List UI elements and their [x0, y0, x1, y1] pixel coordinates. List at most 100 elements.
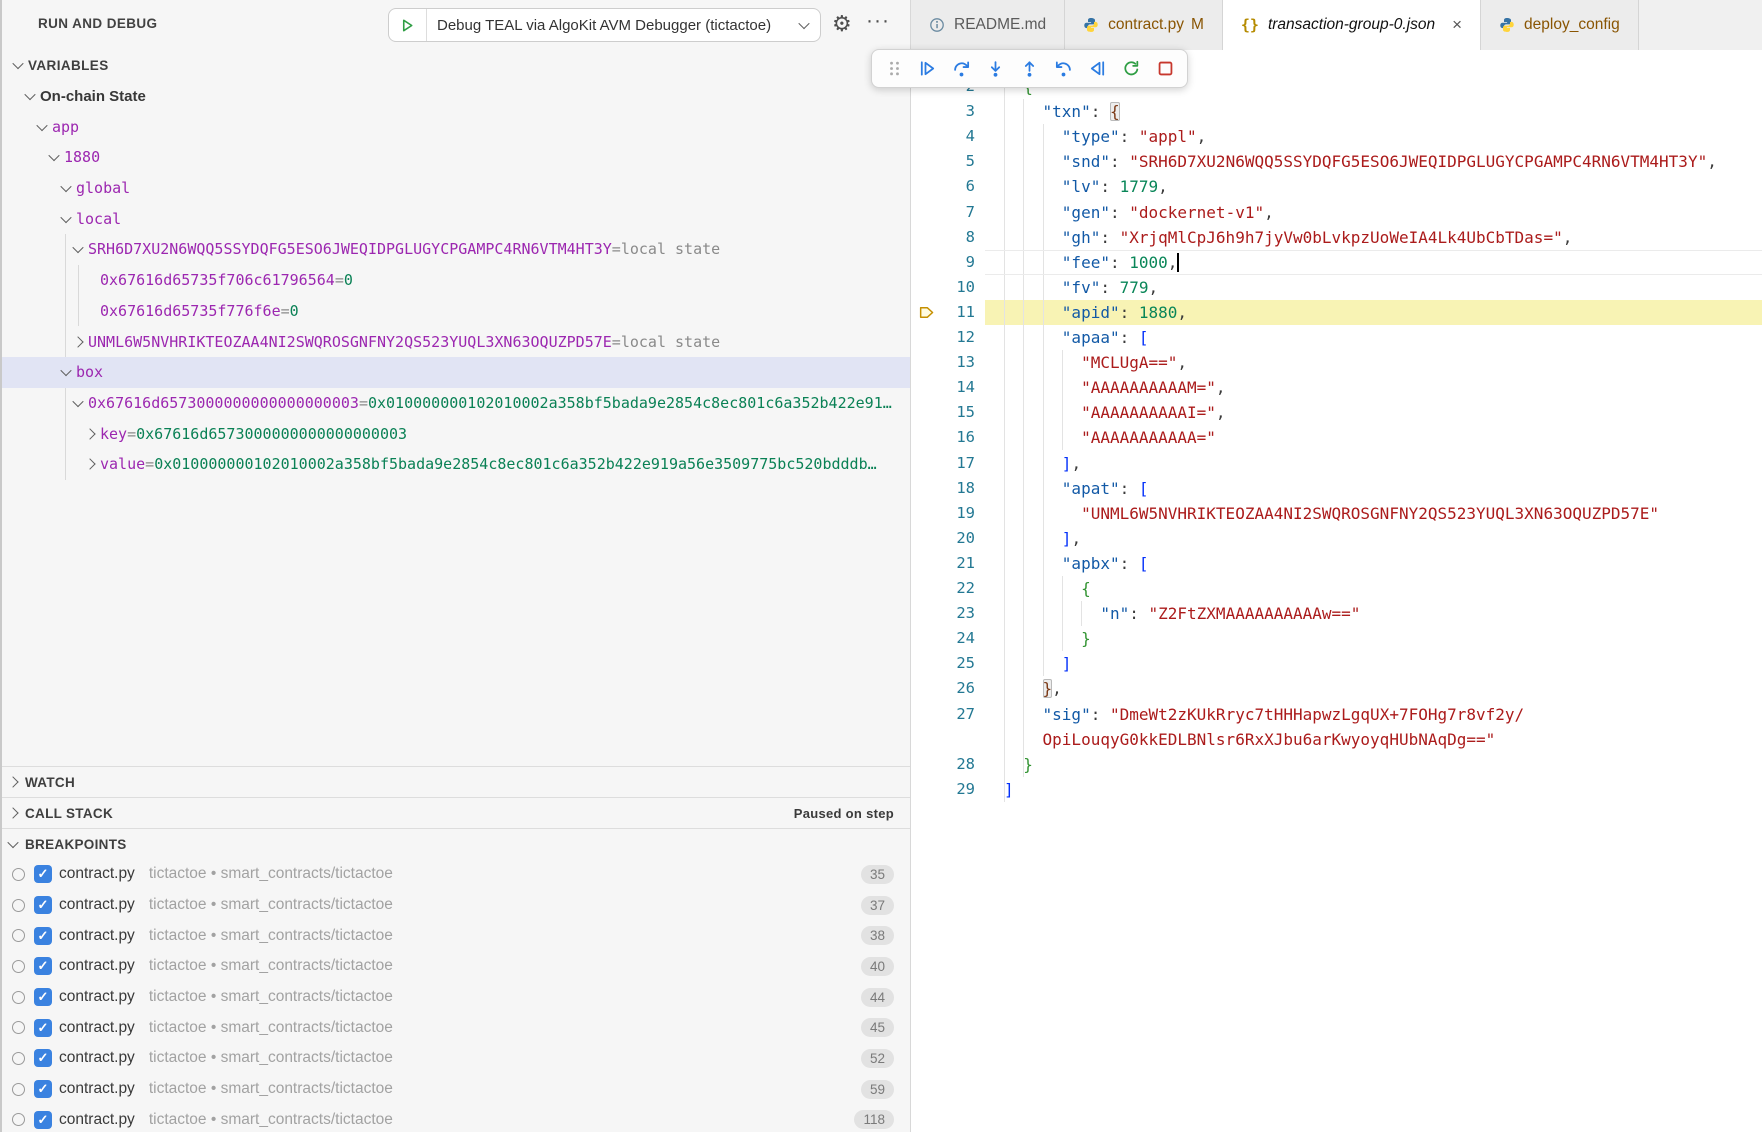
- code-line-21[interactable]: 21 "apbx": [: [911, 551, 1762, 576]
- var-local-account-1[interactable]: SRH6D7XU2N6WQQ5SSYDQFG5ESO6JWEQIDPGLUGYC…: [0, 234, 910, 265]
- step-into-button[interactable]: [985, 58, 1007, 80]
- line-number[interactable]: 5: [937, 149, 975, 174]
- line-number[interactable]: 26: [937, 676, 975, 701]
- scope-on-chain-state[interactable]: On-chain State: [0, 81, 910, 112]
- code-line-23[interactable]: 23 "n": "Z2FtZXMAAAAAAAAAAw==": [911, 601, 1762, 626]
- line-number[interactable]: 8: [937, 225, 975, 250]
- code-line-5[interactable]: 5 "snd": "SRH6D7XU2N6WQQ5SSYDQFG5ESO6JWE…: [911, 149, 1762, 174]
- code-line-26[interactable]: 26 },: [911, 676, 1762, 701]
- breakpoint-enabled-checkbox[interactable]: ✓: [34, 865, 52, 883]
- line-number[interactable]: 28: [937, 752, 975, 777]
- step-over-button[interactable]: [951, 58, 973, 80]
- code-line-25[interactable]: 25 ]: [911, 651, 1762, 676]
- breakpoint-row[interactable]: ✓contract.pytictactoe • smart_contracts/…: [0, 982, 910, 1013]
- code-line-8[interactable]: 8 "gh": "XrjqMlCpJ6h9h7jyVw0bLvkpzUoWeIA…: [911, 225, 1762, 250]
- stop-button[interactable]: [1154, 58, 1176, 80]
- var-local[interactable]: local: [0, 203, 910, 234]
- code-line-14[interactable]: 14 "AAAAAAAAAAM=",: [911, 375, 1762, 400]
- line-number[interactable]: 9: [937, 250, 975, 275]
- var-app[interactable]: app: [0, 111, 910, 142]
- call-stack-section-header[interactable]: CALL STACK Paused on step: [0, 797, 910, 828]
- tab-contract[interactable]: contract.pyM: [1065, 0, 1223, 50]
- breakpoint-enabled-checkbox[interactable]: ✓: [34, 957, 52, 975]
- breakpoint-row[interactable]: ✓contract.pytictactoe • smart_contracts/…: [0, 1012, 910, 1043]
- more-actions-icon[interactable]: ···: [866, 9, 890, 33]
- line-number[interactable]: 13: [937, 350, 975, 375]
- breakpoint-row[interactable]: ✓contract.pytictactoe • smart_contracts/…: [0, 859, 910, 890]
- var-box[interactable]: box: [0, 357, 910, 388]
- close-icon[interactable]: ×: [1452, 15, 1462, 35]
- code-line-6[interactable]: 6 "lv": 1779,: [911, 174, 1762, 199]
- var-box-key[interactable]: key = 0x67616d6573000000000000000003: [0, 418, 910, 449]
- line-number[interactable]: 11: [937, 300, 975, 325]
- line-number[interactable]: 12: [937, 325, 975, 350]
- line-number[interactable]: 27: [937, 702, 975, 727]
- code-line-24[interactable]: 24 }: [911, 626, 1762, 651]
- tab-readme[interactable]: README.md: [911, 0, 1065, 50]
- code-line-20[interactable]: 20 ],: [911, 526, 1762, 551]
- tab-transaction-group[interactable]: {}transaction-group-0.json×: [1223, 0, 1481, 50]
- line-number[interactable]: 17: [937, 451, 975, 476]
- code-line-10[interactable]: 10 "fv": 779,: [911, 275, 1762, 300]
- code-line-18[interactable]: 18 "apat": [: [911, 476, 1762, 501]
- line-number[interactable]: 7: [937, 200, 975, 225]
- line-number[interactable]: 19: [937, 501, 975, 526]
- line-number[interactable]: 3: [937, 99, 975, 124]
- var-games-won[interactable]: 0x67616d65735f776f6e = 0: [0, 296, 910, 327]
- line-number[interactable]: 23: [937, 601, 975, 626]
- line-number[interactable]: 16: [937, 425, 975, 450]
- line-number[interactable]: 24: [937, 626, 975, 651]
- line-number[interactable]: 6: [937, 174, 975, 199]
- code-line-19[interactable]: 19 "UNML6W5NVHRIKTEOZAA4NI2SWQROSGNFNY2Q…: [911, 501, 1762, 526]
- code-line-3[interactable]: 3 "txn": {: [911, 99, 1762, 124]
- start-debug-icon[interactable]: [389, 9, 427, 41]
- tab-deploy-config[interactable]: deploy_config: [1481, 0, 1639, 50]
- line-number[interactable]: 14: [937, 375, 975, 400]
- breakpoint-enabled-checkbox[interactable]: ✓: [34, 896, 52, 914]
- variables-section-header[interactable]: VARIABLES: [0, 50, 910, 81]
- code-line-9[interactable]: 9 "fee": 1000,: [911, 250, 1762, 275]
- code-line-wrap[interactable]: OpiLouqyG0kkEDLBNlsr6RxXJbu6arKwyoyqHUbN…: [911, 727, 1762, 752]
- breakpoint-enabled-checkbox[interactable]: ✓: [34, 1080, 52, 1098]
- code-line-29[interactable]: 29]: [911, 777, 1762, 802]
- line-number[interactable]: 21: [937, 551, 975, 576]
- gear-icon[interactable]: ⚙: [832, 11, 852, 37]
- breakpoint-row[interactable]: ✓contract.pytictactoe • smart_contracts/…: [0, 1074, 910, 1105]
- var-global[interactable]: global: [0, 173, 910, 204]
- breakpoint-row[interactable]: ✓contract.pytictactoe • smart_contracts/…: [0, 1105, 910, 1132]
- code-line-16[interactable]: 16 "AAAAAAAAAAA=": [911, 425, 1762, 450]
- line-number[interactable]: 15: [937, 400, 975, 425]
- step-out-button[interactable]: [1019, 58, 1041, 80]
- json-editor[interactable]: 2 {3 "txn": {4 "type": "appl",5 "snd": "…: [911, 50, 1762, 1132]
- debug-config-dropdown[interactable]: Debug TEAL via AlgoKit AVM Debugger (tic…: [388, 8, 821, 42]
- breakpoint-row[interactable]: ✓contract.pytictactoe • smart_contracts/…: [0, 920, 910, 951]
- code-line-17[interactable]: 17 ],: [911, 451, 1762, 476]
- step-back-button[interactable]: [1052, 58, 1074, 80]
- restart-button[interactable]: [1120, 58, 1142, 80]
- var-box-entry[interactable]: 0x67616d6573000000000000000003 = 0x01000…: [0, 388, 910, 419]
- var-box-value[interactable]: value = 0x010000000102010002a358bf5bada9…: [0, 449, 910, 480]
- breakpoint-enabled-checkbox[interactable]: ✓: [34, 927, 52, 945]
- watch-section-header[interactable]: WATCH: [0, 766, 910, 797]
- code-line-28[interactable]: 28 }: [911, 752, 1762, 777]
- continue-button[interactable]: [917, 58, 939, 80]
- breakpoint-enabled-checkbox[interactable]: ✓: [34, 988, 52, 1006]
- var-games-played[interactable]: 0x67616d65735f706c61796564 = 0: [0, 265, 910, 296]
- line-number[interactable]: 29: [937, 777, 975, 802]
- breakpoints-section-header[interactable]: BREAKPOINTS: [0, 828, 910, 859]
- code-line-22[interactable]: 22 {: [911, 576, 1762, 601]
- code-line-7[interactable]: 7 "gen": "dockernet-v1",: [911, 200, 1762, 225]
- code-line-13[interactable]: 13 "MCLUgA==",: [911, 350, 1762, 375]
- line-number[interactable]: 20: [937, 526, 975, 551]
- code-line-4[interactable]: 4 "type": "appl",: [911, 124, 1762, 149]
- breakpoint-enabled-checkbox[interactable]: ✓: [34, 1019, 52, 1037]
- breakpoint-enabled-checkbox[interactable]: ✓: [34, 1049, 52, 1067]
- breakpoint-row[interactable]: ✓contract.pytictactoe • smart_contracts/…: [0, 951, 910, 982]
- line-number[interactable]: 10: [937, 275, 975, 300]
- line-number[interactable]: 25: [937, 651, 975, 676]
- line-number[interactable]: 22: [937, 576, 975, 601]
- code-line-15[interactable]: 15 "AAAAAAAAAAI=",: [911, 400, 1762, 425]
- breakpoint-enabled-checkbox[interactable]: ✓: [34, 1111, 52, 1129]
- reverse-continue-button[interactable]: [1086, 58, 1108, 80]
- code-line-11[interactable]: 11 "apid": 1880,: [911, 300, 1762, 325]
